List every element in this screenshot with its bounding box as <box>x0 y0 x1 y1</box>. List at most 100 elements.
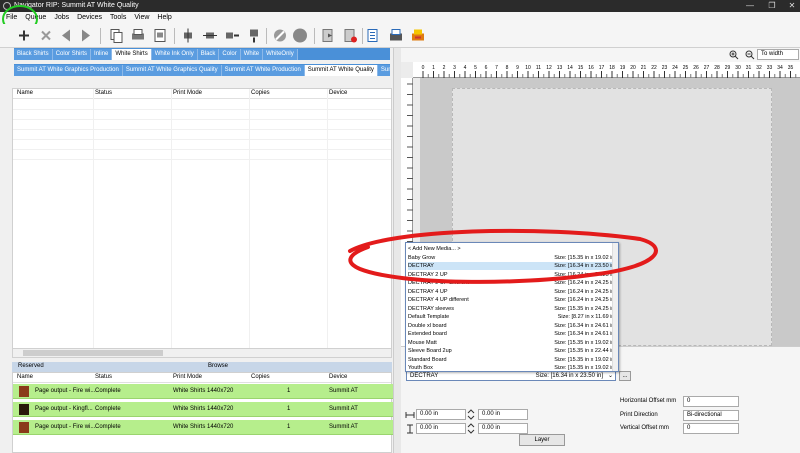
v-offset-select[interactable]: 0 <box>683 423 739 434</box>
tab-white-production[interactable]: Summit AT White Production <box>221 65 305 76</box>
horizontal-scrollbar[interactable] <box>12 348 392 358</box>
move-left-icon[interactable] <box>58 27 74 44</box>
media-select[interactable]: DECTRAY Size: [16.34 in x 23.50 in] ⌄ <box>406 371 616 381</box>
offset-x-field[interactable]: 0.00 in <box>416 409 466 420</box>
arrow-down-icon[interactable] <box>246 27 262 44</box>
zoom-in-icon[interactable] <box>729 50 739 60</box>
job-name: Page output - Kingfl... <box>35 406 93 412</box>
tab-whiteonly[interactable]: WhiteOnly <box>263 49 298 60</box>
minimize-icon[interactable]: — <box>740 0 760 12</box>
tab-reserved[interactable]: Reserved <box>18 363 44 369</box>
ruler-label: 6 <box>485 65 488 71</box>
media-option-name: DECTRAY sleeves <box>408 305 454 312</box>
media-browse-button[interactable]: ... <box>619 371 631 381</box>
offset-y2-field[interactable]: 0.00 in <box>478 423 528 434</box>
col-name[interactable]: Name <box>17 374 33 380</box>
move-right-icon[interactable] <box>78 27 94 44</box>
tab-white-graphics-production[interactable]: Summit AT White Graphics Production <box>14 65 123 76</box>
tab-black[interactable]: Black <box>197 49 220 60</box>
media-option[interactable]: Default Template Size: [8.27 in x 11.69 i… <box>408 313 618 321</box>
media-option-size: Size: [16.24 in x 24.25 in] <box>554 297 616 303</box>
offset-y-field[interactable]: 0.00 in <box>478 409 528 420</box>
menu-help[interactable]: Help <box>153 12 175 24</box>
menu-view[interactable]: View <box>130 12 153 24</box>
menu-tools[interactable]: Tools <box>106 12 130 24</box>
ruler-label: 20 <box>630 65 636 71</box>
file-error-icon[interactable] <box>342 27 358 44</box>
delete-icon[interactable] <box>38 27 54 44</box>
zoom-select[interactable]: To width <box>757 49 799 60</box>
menu-devices[interactable]: Devices <box>73 12 106 24</box>
job-name: Page output - Fire wi... <box>35 424 96 430</box>
grid-line <box>13 149 391 150</box>
tab-white-shirts[interactable]: White Shirts <box>112 49 152 60</box>
align-center-icon[interactable] <box>180 27 196 44</box>
job-list-icon[interactable] <box>366 27 382 44</box>
print-icon[interactable] <box>130 27 146 44</box>
pause-icon[interactable] <box>272 27 288 44</box>
col-status[interactable]: Status <box>95 374 112 380</box>
offset-x2-field[interactable]: 0.00 in <box>416 423 466 434</box>
job-copies: 1 <box>287 388 291 394</box>
media-option[interactable]: Extended board Size: [16.34 in x 24.61 in… <box>408 330 618 338</box>
h-offset-select[interactable]: 0 <box>683 396 739 407</box>
layer-button[interactable]: Layer <box>519 434 565 446</box>
col-print-mode[interactable]: Print Mode <box>173 374 202 380</box>
col-name[interactable]: Name <box>17 90 33 96</box>
col-status[interactable]: Status <box>95 90 112 96</box>
menu-bar: File Queue Jobs Devices Tools View Help <box>0 12 800 24</box>
media-option[interactable]: Mouse Matt Size: [15.35 in x 19.02 in] <box>408 339 618 347</box>
tab-white[interactable]: White <box>240 49 264 60</box>
highlight-ellipse-annotation <box>348 228 658 284</box>
media-option[interactable]: DECTRAY sleeves Size: [15.35 in x 24.25 i… <box>408 305 618 313</box>
add-icon[interactable] <box>16 27 32 44</box>
media-option[interactable]: Sleeve Board 2up Size: [15.35 in x 22.44 … <box>408 347 618 355</box>
file-forward-icon[interactable] <box>320 27 336 44</box>
col-device[interactable]: Device <box>329 90 347 96</box>
ruler-label: 15 <box>578 65 584 71</box>
tab-white-graphics-quality[interactable]: Summit AT White Graphics Quality <box>122 65 222 76</box>
chevron-down-icon[interactable]: ⌄ <box>608 372 613 380</box>
media-option[interactable]: Youth Box Size: [15.35 in x 19.02 in] <box>408 364 618 372</box>
tab-browse[interactable]: Browse <box>208 363 228 369</box>
arrow-right-icon[interactable] <box>224 27 240 44</box>
ruler-label: 27 <box>704 65 710 71</box>
col-copies[interactable]: Copies <box>251 374 270 380</box>
menu-jobs[interactable]: Jobs <box>50 12 73 24</box>
tab-summit[interactable]: Summit <box>377 65 390 76</box>
tab-inline[interactable]: Inline <box>91 49 113 60</box>
stepper-icon[interactable] <box>467 409 475 420</box>
color-printer-icon[interactable] <box>410 27 426 44</box>
close-icon[interactable]: ✕ <box>782 0 800 12</box>
col-copies[interactable]: Copies <box>251 90 270 96</box>
ruler-label: 33 <box>767 65 773 71</box>
preview-icon[interactable] <box>152 27 168 44</box>
ruler-label: 14 <box>567 65 573 71</box>
copy-icon[interactable] <box>108 27 124 44</box>
print-direction-select[interactable]: Bi-directional <box>683 410 739 421</box>
tab-color[interactable]: Color <box>219 49 241 60</box>
maximize-icon[interactable]: ❐ <box>762 0 782 12</box>
ruler-label: 17 <box>599 65 605 71</box>
table-row[interactable]: Page output - Fire wi... Complete White … <box>13 420 393 435</box>
printer-queue-icon[interactable] <box>388 27 404 44</box>
media-option[interactable]: DECTRAY 4 UP different Size: [16.24 in x … <box>408 296 618 304</box>
table-row[interactable]: Page output - Kingfl... Complete White S… <box>13 402 393 417</box>
tab-white-ink-only[interactable]: White Ink Only <box>151 49 198 60</box>
stop-icon[interactable] <box>292 27 308 44</box>
tab-white-quality[interactable]: Summit AT White Quality <box>304 65 378 76</box>
col-device[interactable]: Device <box>329 374 347 380</box>
table-row[interactable]: Page output - Fire wi... Complete White … <box>13 384 393 399</box>
col-print-mode[interactable]: Print Mode <box>173 90 202 96</box>
media-option[interactable]: Double xl board Size: [16.34 in x 24.61 i… <box>408 322 618 330</box>
stepper-icon[interactable] <box>467 423 475 434</box>
tab-black-shirts[interactable]: Black Shirts <box>14 49 53 60</box>
zoom-out-icon[interactable] <box>745 50 755 60</box>
media-option[interactable]: Standard Board Size: [15.35 in x 19.02 in… <box>408 356 618 364</box>
ruler-label: 11 <box>536 65 541 71</box>
job-thumbnail <box>19 404 29 415</box>
tab-color-shirts[interactable]: Color Shirts <box>52 49 92 60</box>
completed-jobs-panel: Name Status Print Mode Copies Device Pag… <box>12 372 393 453</box>
align-middle-icon[interactable] <box>202 27 218 44</box>
scroll-thumb[interactable] <box>23 350 163 356</box>
